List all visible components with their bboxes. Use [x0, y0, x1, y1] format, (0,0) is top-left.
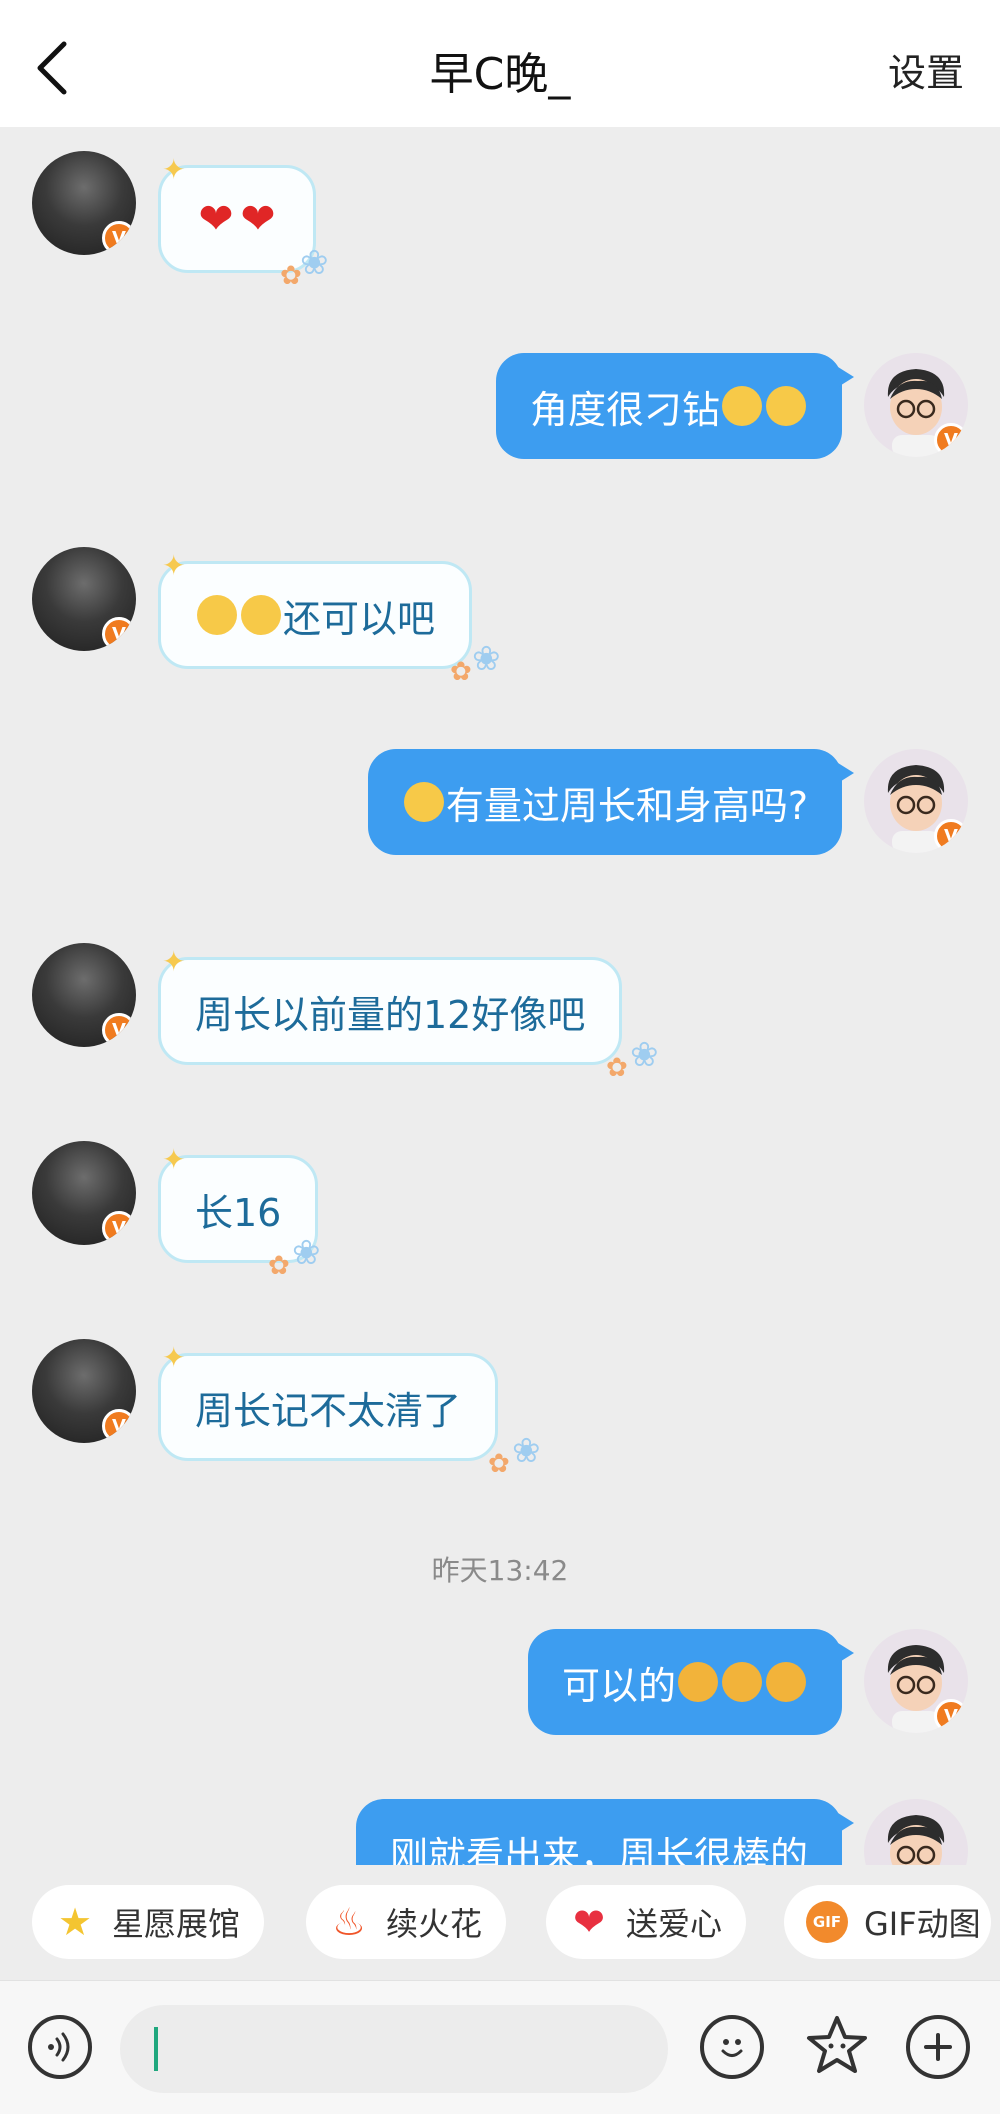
contact-avatar[interactable]: V	[32, 151, 136, 255]
holding-back-tears-emoji-icon	[722, 386, 762, 426]
outgoing-message-bubble[interactable]: 有量过周长和身高吗?	[367, 749, 854, 855]
more-options-button[interactable]	[906, 2015, 970, 2079]
verified-badge: V	[934, 819, 968, 853]
gif-icon: GIF	[804, 1899, 850, 1945]
contact-avatar[interactable]: V	[32, 1339, 136, 1443]
sound-wave-icon	[48, 2032, 70, 2062]
message-text: 刚就看出来，周长很棒的	[389, 1833, 808, 1866]
message-text: 角度很刁钻	[529, 387, 720, 432]
incoming-message-bubble[interactable]: 周长记不太清了	[158, 1353, 499, 1461]
emoji-button[interactable]	[700, 2015, 764, 2079]
verified-badge: V	[102, 221, 136, 255]
input-bar	[0, 1980, 1000, 2114]
tongue-out-emoji-icon	[678, 1662, 718, 1702]
holding-back-tears-emoji-icon	[766, 386, 806, 426]
quick-action-label: 星愿展馆	[112, 1905, 241, 1943]
contact-avatar[interactable]: V	[32, 547, 136, 651]
star-decoration-icon: ✦	[162, 153, 186, 186]
contact-avatar[interactable]: V	[32, 943, 136, 1047]
contact-avatar[interactable]: V	[32, 1141, 136, 1245]
flower-decoration-icon: ✿	[280, 261, 302, 291]
quick-action-send-heart[interactable]: ❤ 送爱心	[546, 1885, 747, 1959]
flower-decoration-icon: ✿	[606, 1053, 628, 1083]
quick-action-label: GIF动图	[864, 1905, 981, 1943]
tongue-out-emoji-icon	[722, 1662, 762, 1702]
flower-decoration-icon: ✿	[450, 657, 472, 687]
settings-button[interactable]: 设置	[888, 42, 964, 97]
grinning-emoji-icon	[197, 595, 237, 635]
star-decoration-icon: ✦	[162, 1341, 186, 1374]
verified-badge: V	[102, 1013, 136, 1047]
smiley-icon	[721, 2039, 743, 2057]
star-icon: ★	[57, 1900, 93, 1944]
heart-icon: ❤	[573, 1900, 605, 1944]
flower-decoration-icon: ✿	[488, 1449, 510, 1479]
verified-badge: V	[934, 1699, 968, 1733]
my-avatar[interactable]: V	[864, 749, 968, 853]
heart-emoji-icon: ❤	[198, 194, 234, 243]
star-decoration-icon: ✦	[162, 945, 186, 978]
verified-badge: V	[102, 1409, 136, 1443]
star-face-icon	[807, 2016, 867, 2073]
fire-icon: ♨	[331, 1900, 367, 1944]
incoming-message-bubble[interactable]: 周长以前量的12好像吧	[158, 957, 623, 1065]
tongue-out-emoji-icon	[766, 1662, 806, 1702]
chat-title: 早C晚_	[429, 49, 571, 100]
message-text: 还可以吧	[283, 596, 436, 641]
outgoing-message-bubble[interactable]: 刚就看出来，周长很棒的	[355, 1799, 854, 1866]
quick-action-star-gallery[interactable]: ★ 星愿展馆	[32, 1885, 265, 1959]
voice-input-button[interactable]	[28, 2015, 92, 2079]
message-input[interactable]	[120, 2005, 668, 2093]
text-caret	[154, 2027, 158, 2071]
incoming-message-bubble[interactable]: 还可以吧	[158, 561, 473, 669]
sticker-button[interactable]	[802, 2011, 872, 2081]
outgoing-message-bubble[interactable]: 角度很刁钻	[495, 353, 854, 459]
my-avatar[interactable]: V	[864, 1629, 968, 1733]
my-avatar[interactable]	[864, 1799, 968, 1865]
outgoing-message-bubble[interactable]: 可以的	[527, 1629, 854, 1735]
top-bar: 早C晚_ 设置	[0, 0, 1000, 127]
verified-badge: V	[102, 617, 136, 651]
message-timestamp: 昨天13:42	[431, 1554, 569, 1587]
message-text: 长16	[195, 1190, 282, 1235]
plus-icon	[924, 2033, 952, 2061]
heart-eyes-emoji-icon	[403, 782, 444, 822]
message-text: 周长以前量的12好像吧	[195, 992, 586, 1037]
shell-decoration-icon: ❀	[292, 1233, 321, 1273]
shell-decoration-icon: ❀	[512, 1431, 541, 1471]
grinning-emoji-icon	[241, 595, 281, 635]
message-text: 可以的	[561, 1663, 676, 1708]
star-decoration-icon: ✦	[162, 549, 186, 582]
gif-badge: GIF	[806, 1901, 848, 1943]
star-decoration-icon: ✦	[162, 1143, 186, 1176]
cartoon-boy-avatar-icon	[887, 1815, 945, 1865]
my-avatar[interactable]: V	[864, 353, 968, 457]
quick-action-gif[interactable]: GIF GIF动图	[784, 1885, 991, 1959]
message-text: 有量过周长和身高吗?	[445, 783, 808, 828]
verified-badge: V	[102, 1211, 136, 1245]
flower-decoration-icon: ✿	[268, 1251, 290, 1281]
quick-action-bar: ★ 星愿展馆 ♨ 续火花 ❤ 送爱心 GIF GIF动图	[0, 1865, 1000, 1980]
shell-decoration-icon: ❀	[300, 243, 329, 283]
shell-decoration-icon: ❀	[630, 1035, 659, 1075]
quick-action-label: 续火花	[386, 1905, 483, 1943]
quick-action-label: 送爱心	[626, 1905, 723, 1943]
message-list[interactable]: V ❤ ❤ ✦ ✿ ❀ 角度很刁钻 V V 还可以吧 ✦ ✿ ❀ 有量过周长和身…	[0, 127, 1000, 1865]
shell-decoration-icon: ❀	[472, 639, 501, 679]
quick-action-spark[interactable]: ♨ 续火花	[306, 1885, 507, 1959]
verified-badge: V	[934, 423, 968, 457]
message-text: 周长记不太清了	[195, 1388, 462, 1433]
heart-emoji-icon: ❤	[240, 194, 276, 243]
